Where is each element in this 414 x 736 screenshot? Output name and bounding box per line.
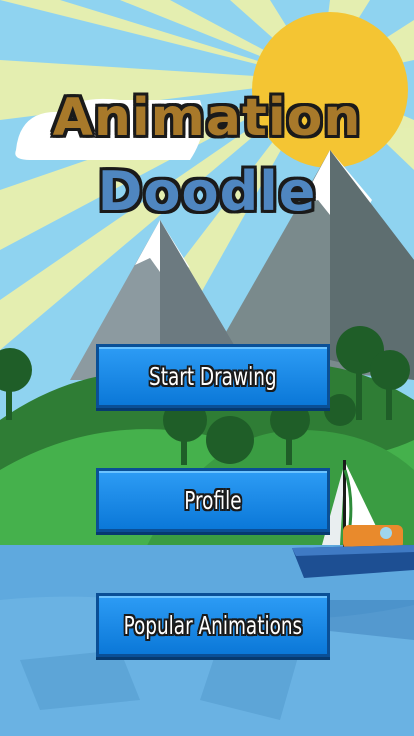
game-title-line1: Animation [0,88,414,148]
game-title-line2: Doodle [97,160,317,223]
profile-label: Profile [184,485,242,515]
start-drawing-label: Start Drawing [149,361,277,391]
profile-button[interactable]: Profile [96,468,330,532]
popular-animations-button[interactable]: Popular Animations [96,593,330,657]
popular-animations-label: Popular Animations [123,610,303,640]
start-drawing-button[interactable]: Start Drawing [96,344,330,408]
